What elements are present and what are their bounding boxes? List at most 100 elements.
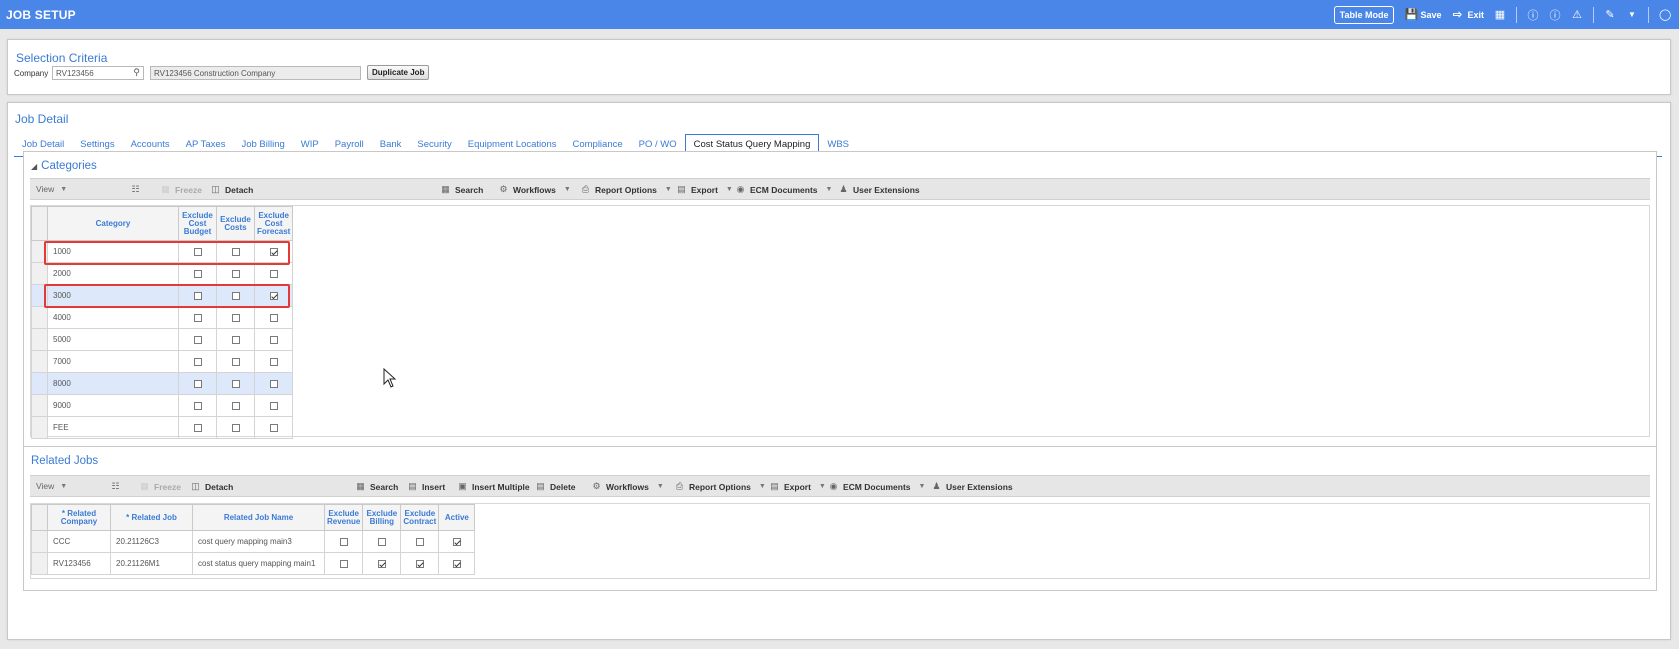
exclude-cost-forecast-cell[interactable]	[253, 350, 294, 373]
exclude-cost-forecast-checkbox[interactable]	[269, 335, 278, 344]
category-cell[interactable]: FEE	[47, 416, 179, 439]
exclude-revenue-checkbox[interactable]	[339, 559, 348, 568]
exclude-cost-forecast-checkbox[interactable]	[269, 379, 278, 388]
active-checkbox[interactable]	[452, 537, 461, 546]
exclude-contract-cell[interactable]	[400, 530, 440, 553]
row-header[interactable]	[31, 530, 48, 553]
user-extensions-button[interactable]: ♟ User Extensions	[838, 184, 919, 195]
exclude-cost-forecast-cell[interactable]	[253, 372, 294, 395]
insert-button[interactable]: ▤ Insert	[407, 481, 445, 492]
report-options-button[interactable]: ⎙ Report Options ▼	[580, 184, 672, 195]
exclude-cost-forecast-checkbox[interactable]	[269, 269, 278, 278]
exclude-costs-cell[interactable]	[216, 306, 255, 329]
col-exclude-revenue[interactable]: Exclude Revenue	[323, 504, 364, 531]
exclude-cost-forecast-checkbox[interactable]	[269, 423, 278, 432]
exclude-revenue-checkbox[interactable]	[339, 537, 348, 546]
table-row[interactable]: FEE	[31, 416, 294, 439]
report-options-button[interactable]: ⎙ Report Options ▼	[674, 481, 766, 492]
exclude-cost-budget-checkbox[interactable]	[193, 401, 202, 410]
col-related-company[interactable]: * Related Company	[47, 504, 111, 531]
table-row[interactable]: 5000	[31, 328, 294, 351]
exclude-cost-budget-cell[interactable]	[178, 372, 217, 395]
table-row[interactable]: 4000	[31, 306, 294, 329]
exclude-costs-checkbox[interactable]	[231, 379, 240, 388]
exclude-costs-checkbox[interactable]	[231, 247, 240, 256]
related-company-cell[interactable]: RV123456	[47, 552, 111, 575]
related-job-cell[interactable]: 20.21126C3	[110, 530, 193, 553]
exclude-costs-checkbox[interactable]	[231, 335, 240, 344]
user-extensions-button[interactable]: ♟ User Extensions	[931, 481, 1012, 492]
search-button[interactable]: ▦ Search	[440, 184, 483, 195]
detach-button[interactable]: ◫ Detach	[210, 184, 253, 195]
table-row[interactable]: 9000	[31, 394, 294, 417]
exclude-contract-checkbox[interactable]	[415, 559, 424, 568]
exclude-cost-budget-checkbox[interactable]	[193, 357, 202, 366]
exclude-cost-budget-cell[interactable]	[178, 394, 217, 417]
table-row[interactable]: CCC 20.21126C3 cost query mapping main3	[31, 530, 476, 553]
table-row[interactable]: 8000	[31, 372, 294, 395]
exclude-costs-checkbox[interactable]	[231, 269, 240, 278]
row-header[interactable]	[31, 394, 48, 417]
workflows-button[interactable]: ⚙ Workflows ▼	[591, 481, 663, 492]
exclude-cost-forecast-cell[interactable]	[253, 240, 294, 263]
col-exclude-costs[interactable]: Exclude Costs	[216, 206, 255, 241]
col-exclude-cost-forecast[interactable]: Exclude Cost Forecast	[253, 206, 294, 241]
exclude-costs-checkbox[interactable]	[231, 357, 240, 366]
exclude-cost-budget-cell[interactable]	[178, 328, 217, 351]
help-icon[interactable]: ⓘ	[1549, 7, 1561, 23]
related-job-name-cell[interactable]: cost query mapping main3	[192, 530, 325, 553]
ecm-documents-button[interactable]: ◉ ECM Documents ▼	[735, 184, 833, 195]
exclude-costs-cell[interactable]	[216, 284, 255, 307]
search-button[interactable]: ▦ Search	[355, 481, 398, 492]
row-header[interactable]	[31, 240, 48, 263]
chevron-down-icon[interactable]: ▼	[1626, 10, 1638, 19]
exclude-cost-forecast-checkbox[interactable]	[269, 291, 278, 300]
exclude-costs-cell[interactable]	[216, 262, 255, 285]
active-checkbox[interactable]	[452, 559, 461, 568]
layout-icon[interactable]: ▦	[1494, 8, 1506, 21]
table-row[interactable]: RV123456 20.21126M1 cost status query mapp…	[31, 552, 476, 575]
col-category[interactable]: Category	[47, 206, 179, 241]
grid-settings-button[interactable]: ☷	[110, 481, 121, 492]
exclude-costs-checkbox[interactable]	[231, 423, 240, 432]
search-icon[interactable]: ⚲	[133, 67, 140, 78]
row-header[interactable]	[31, 416, 48, 439]
active-cell[interactable]	[438, 530, 476, 553]
table-row[interactable]: 7000	[31, 350, 294, 373]
exclude-cost-budget-cell[interactable]	[178, 350, 217, 373]
table-row[interactable]: 2000	[31, 262, 294, 285]
info-icon[interactable]: ⓘ	[1527, 7, 1539, 23]
exclude-cost-forecast-cell[interactable]	[253, 328, 294, 351]
exclude-cost-budget-cell[interactable]	[178, 262, 217, 285]
exclude-cost-budget-checkbox[interactable]	[193, 379, 202, 388]
save-button[interactable]: 💾 Save	[1404, 8, 1441, 21]
exclude-costs-checkbox[interactable]	[231, 313, 240, 322]
table-row[interactable]: 3000	[31, 284, 294, 307]
exclude-cost-budget-cell[interactable]	[178, 284, 217, 307]
exclude-billing-checkbox[interactable]	[377, 559, 386, 568]
table-row[interactable]: 1000	[31, 240, 294, 263]
exclude-cost-forecast-cell[interactable]	[253, 306, 294, 329]
exclude-cost-forecast-checkbox[interactable]	[269, 357, 278, 366]
exclude-contract-checkbox[interactable]	[415, 537, 424, 546]
exclude-cost-forecast-cell[interactable]	[253, 262, 294, 285]
exclude-cost-forecast-checkbox[interactable]	[269, 313, 278, 322]
category-cell[interactable]: 5000	[47, 328, 179, 351]
exclude-costs-cell[interactable]	[216, 328, 255, 351]
col-exclude-billing[interactable]: Exclude Billing	[362, 504, 402, 531]
exclude-cost-budget-checkbox[interactable]	[193, 247, 202, 256]
row-header[interactable]	[31, 372, 48, 395]
category-cell[interactable]: 3000	[47, 284, 179, 307]
category-cell[interactable]: 8000	[47, 372, 179, 395]
exclude-costs-cell[interactable]	[216, 240, 255, 263]
freeze-button[interactable]: ▦ Freeze	[139, 481, 181, 492]
freeze-button[interactable]: ▦ Freeze	[160, 184, 202, 195]
duplicate-job-button[interactable]: Duplicate Job	[367, 65, 430, 80]
row-header[interactable]	[31, 328, 48, 351]
exclude-costs-checkbox[interactable]	[231, 291, 240, 300]
exclude-costs-cell[interactable]	[216, 350, 255, 373]
refresh-icon[interactable]: ◯	[1659, 8, 1671, 21]
detach-button[interactable]: ◫ Detach	[190, 481, 233, 492]
exclude-costs-cell[interactable]	[216, 394, 255, 417]
col-exclude-contract[interactable]: Exclude Contract	[400, 504, 440, 531]
